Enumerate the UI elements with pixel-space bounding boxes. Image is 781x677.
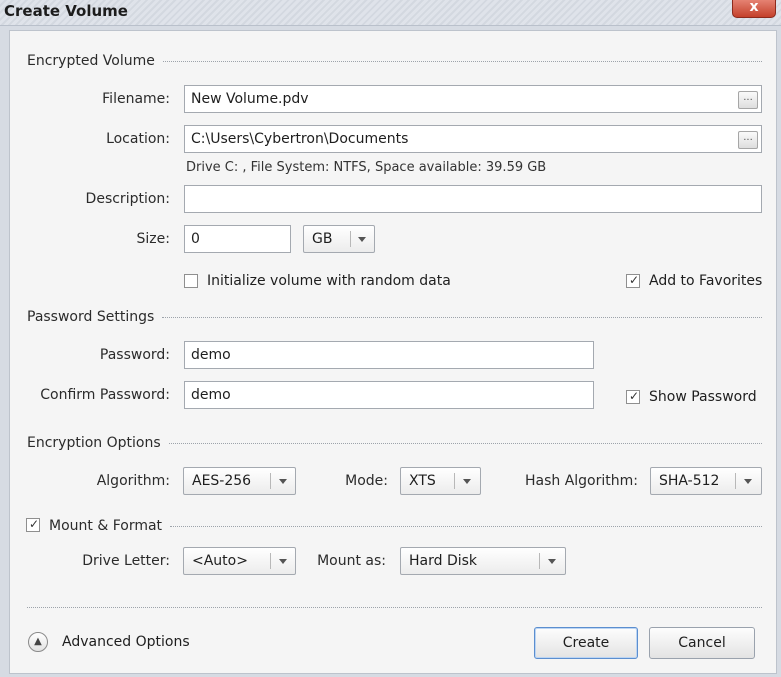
create-button[interactable]: Create — [534, 627, 638, 659]
location-value: C:\Users\Cybertron\Documents — [191, 131, 409, 147]
checkmark-icon: ✓ — [29, 517, 40, 531]
location-browse-button[interactable]: ... — [738, 131, 758, 149]
drive-letter-value: <Auto> — [192, 553, 248, 569]
chevron-down-icon — [279, 559, 287, 564]
checkmark-icon: ✓ — [629, 389, 640, 403]
section-divider — [170, 525, 762, 527]
random-data-checkbox[interactable] — [184, 274, 198, 288]
algorithm-label: Algorithm: — [96, 473, 170, 489]
title-bar[interactable]: Create Volume x — [0, 0, 781, 26]
show-password-checkbox[interactable]: ✓ — [626, 389, 640, 404]
section-title-encrypted-volume: Encrypted Volume — [27, 53, 155, 69]
location-input[interactable]: C:\Users\Cybertron\Documents — [184, 125, 762, 153]
cancel-button[interactable]: Cancel — [649, 627, 755, 659]
password-input[interactable]: demo — [184, 341, 594, 369]
random-data-label: Initialize volume with random data — [207, 273, 451, 289]
cancel-button-label: Cancel — [678, 635, 726, 651]
size-label: Size: — [136, 231, 170, 247]
dialog-body: Encrypted Volume Filename: New Volume.pd… — [9, 30, 777, 674]
algorithm-value: AES-256 — [192, 473, 252, 489]
section-divider — [168, 442, 762, 444]
section-password-settings: Password Settings — [27, 307, 762, 327]
section-encryption-options: Encryption Options — [27, 433, 762, 453]
section-title-mount-format: Mount & Format — [49, 518, 163, 534]
chevron-down-icon — [358, 237, 366, 242]
chevron-down-icon — [279, 479, 287, 484]
description-label: Description: — [85, 191, 170, 207]
mount-as-label: Mount as: — [317, 553, 386, 569]
chevron-down-icon — [744, 479, 752, 484]
drive-info-text: Drive C: , File System: NTFS, Space avai… — [186, 160, 547, 175]
chevron-up-circle-icon[interactable]: ▲ — [28, 632, 48, 652]
confirm-password-value: demo — [191, 387, 231, 403]
hash-algorithm-label: Hash Algorithm: — [524, 473, 638, 489]
mode-dropdown[interactable]: XTS — [400, 467, 481, 495]
chevron-down-icon — [548, 559, 556, 564]
confirm-password-label: Confirm Password: — [40, 387, 170, 403]
filename-browse-button[interactable]: ... — [738, 91, 758, 109]
drive-letter-dropdown[interactable]: <Auto> — [183, 547, 296, 575]
close-icon: x — [749, 0, 759, 15]
window-title: Create Volume — [4, 2, 128, 20]
size-unit-value: GB — [312, 231, 333, 247]
favorites-label: Add to Favorites — [649, 273, 763, 289]
ellipsis-icon: ... — [743, 132, 753, 143]
filename-value: New Volume.pdv — [191, 91, 309, 107]
favorites-checkbox[interactable]: ✓ — [626, 273, 640, 288]
close-button[interactable]: x — [732, 0, 776, 18]
section-mount-format: Mount & Format — [49, 516, 762, 536]
filename-label: Filename: — [102, 91, 170, 107]
drive-letter-label: Drive Letter: — [82, 553, 170, 569]
hash-algorithm-value: SHA-512 — [659, 473, 720, 489]
confirm-password-input[interactable]: demo — [184, 381, 594, 409]
size-value: 0 — [191, 231, 200, 247]
password-label: Password: — [99, 347, 170, 363]
password-value: demo — [191, 347, 231, 363]
section-divider — [162, 316, 762, 318]
create-volume-window: Create Volume x Encrypted Volume Filenam… — [0, 0, 781, 677]
description-input[interactable] — [184, 185, 762, 213]
filename-input[interactable]: New Volume.pdv — [184, 85, 762, 113]
location-label: Location: — [106, 131, 170, 147]
section-title-password-settings: Password Settings — [27, 309, 155, 325]
create-button-label: Create — [562, 635, 610, 651]
size-unit-dropdown[interactable]: GB — [303, 225, 375, 253]
chevron-down-icon — [463, 479, 471, 484]
mode-label: Mode: — [345, 473, 388, 489]
ellipsis-icon: ... — [743, 92, 753, 103]
show-password-label: Show Password — [649, 389, 757, 405]
mount-as-dropdown[interactable]: Hard Disk — [400, 547, 566, 575]
algorithm-dropdown[interactable]: AES-256 — [183, 467, 296, 495]
mount-format-checkbox[interactable]: ✓ — [26, 517, 40, 532]
advanced-options-toggle[interactable]: Advanced Options — [62, 633, 190, 651]
size-input[interactable]: 0 — [184, 225, 291, 253]
mode-value: XTS — [409, 473, 436, 489]
section-divider — [162, 60, 762, 62]
hash-algorithm-dropdown[interactable]: SHA-512 — [650, 467, 762, 495]
checkmark-icon: ✓ — [629, 273, 640, 287]
mount-as-value: Hard Disk — [409, 553, 478, 569]
section-encrypted-volume: Encrypted Volume — [27, 51, 762, 71]
section-title-encryption-options: Encryption Options — [27, 435, 161, 451]
footer-divider — [27, 607, 762, 608]
